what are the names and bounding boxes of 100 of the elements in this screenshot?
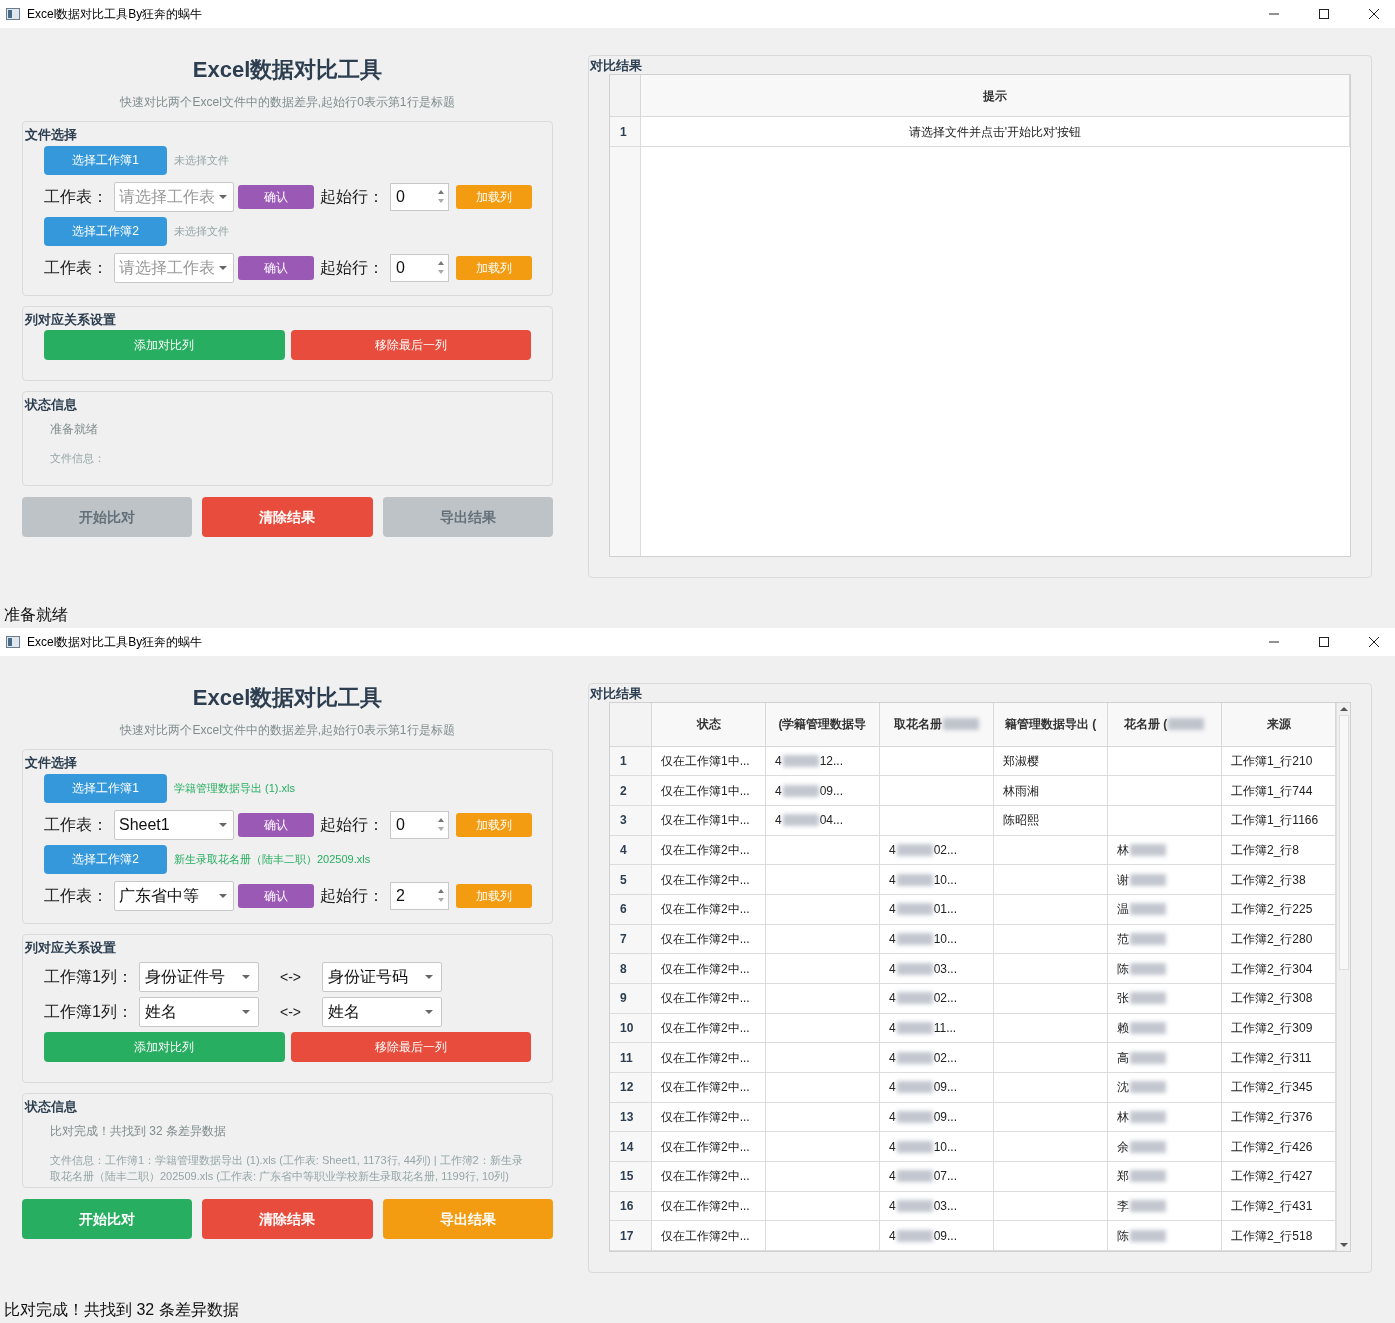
- choose-workbook-button[interactable]: 选择工作簿2: [44, 216, 167, 246]
- row-number: 17: [610, 1221, 652, 1251]
- close-icon[interactable]: [1369, 9, 1379, 19]
- table-cell: 仅在工作簿2中...: [652, 835, 766, 866]
- caret-icon: [242, 975, 250, 979]
- add-column-button[interactable]: 添加对比列: [44, 330, 285, 360]
- sheet-dropdown[interactable]: Sheet1: [114, 809, 234, 840]
- scrollbar-thumb[interactable]: [1338, 715, 1349, 970]
- app-heading: Excel数据对比工具: [191, 56, 384, 84]
- start-action-button[interactable]: 开始比对: [22, 1199, 193, 1239]
- stepper-icon[interactable]: [437, 888, 445, 903]
- table-cell: 仅在工作簿2中...: [652, 924, 766, 955]
- column-header[interactable]: 提示: [641, 75, 1350, 117]
- row-number: 16: [610, 1191, 652, 1222]
- row-number: 2: [610, 776, 652, 806]
- redaction-blur: [942, 718, 979, 731]
- file-info-text: 文件信息：: [49, 450, 106, 466]
- column-header[interactable]: 状态: [652, 703, 766, 747]
- confirm-button[interactable]: 确认: [238, 184, 314, 209]
- scroll-down-icon[interactable]: [1339, 1242, 1348, 1248]
- table-cell: 仅在工作簿2中...: [652, 1043, 766, 1073]
- remove-column-button[interactable]: 移除最后一列: [290, 1032, 531, 1062]
- caret-icon: [219, 822, 227, 827]
- redaction-blur: [896, 1110, 933, 1123]
- section-title: 状态信息: [23, 396, 78, 414]
- cell-text: 4: [889, 990, 896, 1008]
- cell-text: 4: [889, 901, 896, 919]
- cell-text: 林: [1117, 1108, 1129, 1126]
- redaction-blur: [896, 962, 933, 975]
- table-cell: 陈昭熙: [994, 805, 1108, 836]
- cell-text: 09...: [933, 1227, 958, 1245]
- cell-text: 4: [775, 782, 782, 800]
- mapping-arrow: <->: [279, 1002, 302, 1022]
- start-row-label: 起始行：: [320, 814, 385, 835]
- scroll-up-icon[interactable]: [1339, 706, 1348, 712]
- maximize-icon[interactable]: [1319, 9, 1329, 19]
- maximize-icon[interactable]: [1319, 637, 1329, 647]
- choose-workbook-button[interactable]: 选择工作簿2: [44, 844, 167, 874]
- redaction-blur: [896, 843, 933, 856]
- start-row-spinbox[interactable]: 0: [390, 182, 449, 211]
- add-column-button[interactable]: 添加对比列: [44, 1032, 285, 1062]
- cell-text: 09...: [933, 1079, 958, 1097]
- cell-text: 11...: [933, 1019, 957, 1037]
- column-dropdown[interactable]: 身份证件号: [139, 962, 259, 992]
- table-cell: 林雨湘: [994, 776, 1108, 806]
- cell-text: 谢: [1117, 871, 1129, 889]
- row-number: 9: [610, 983, 652, 1014]
- redaction-blur: [1130, 1199, 1166, 1212]
- scrollbar[interactable]: [1336, 703, 1350, 1251]
- file-name-label: 未选择文件: [174, 223, 229, 239]
- export-action-button[interactable]: 导出结果: [382, 497, 553, 537]
- cell-text: 02...: [933, 841, 958, 859]
- cell-text: 赖: [1117, 1019, 1129, 1037]
- sheet-dropdown[interactable]: 请选择工作表: [114, 252, 234, 283]
- column-dropdown[interactable]: 身份证号码: [322, 962, 442, 992]
- redaction-blur: [1168, 718, 1205, 731]
- column-header[interactable]: 来源: [1222, 703, 1336, 747]
- stepper-icon[interactable]: [437, 189, 445, 204]
- column-header[interactable]: 花名册 (: [1108, 703, 1222, 747]
- cell-text: 12...: [819, 752, 844, 770]
- stepper-icon[interactable]: [437, 817, 445, 832]
- table-cell: 仅在工作簿2中...: [652, 894, 766, 925]
- app-heading: Excel数据对比工具: [191, 684, 384, 712]
- start-row-spinbox[interactable]: 0: [390, 810, 449, 839]
- cell-text: 04...: [819, 812, 844, 830]
- cell-text: 郑: [1117, 1168, 1129, 1186]
- cell-text: 4: [889, 960, 896, 978]
- column-header[interactable]: 取花名册: [880, 703, 994, 747]
- redaction-blur: [782, 784, 819, 797]
- cell-text: 取花名册: [893, 716, 942, 734]
- choose-workbook-button[interactable]: 选择工作簿1: [44, 773, 167, 803]
- status-message: 准备就绪: [49, 420, 99, 438]
- start-row-spinbox[interactable]: 2: [390, 881, 449, 910]
- clear-action-button[interactable]: 清除结果: [202, 1199, 373, 1239]
- window-title: Excel数据对比工具By狂奔的蜗牛: [27, 634, 203, 651]
- column-header[interactable]: 籍管理数据导出 (: [994, 703, 1108, 747]
- cell-text: 张: [1117, 990, 1129, 1008]
- redaction-blur: [1130, 992, 1166, 1005]
- remove-column-button[interactable]: 移除最后一列: [290, 330, 531, 360]
- redaction-blur: [782, 814, 819, 827]
- column-header[interactable]: (学籍管理数据导: [766, 703, 880, 747]
- start-row-spinbox[interactable]: 0: [390, 253, 449, 282]
- cell-text: 10...: [933, 930, 958, 948]
- redaction-blur: [896, 1051, 933, 1064]
- confirm-button[interactable]: 确认: [238, 255, 314, 280]
- column-dropdown[interactable]: 姓名: [322, 997, 442, 1027]
- column-dropdown[interactable]: 姓名: [139, 997, 259, 1027]
- choose-workbook-button[interactable]: 选择工作簿1: [44, 145, 167, 175]
- start-action-button[interactable]: 开始比对: [22, 497, 193, 537]
- row-number: 10: [610, 1013, 652, 1044]
- close-icon[interactable]: [1369, 637, 1379, 647]
- redaction-blur: [896, 1081, 933, 1094]
- clear-action-button[interactable]: 清除结果: [202, 497, 373, 537]
- cell-text: 02...: [933, 1049, 958, 1067]
- confirm-button[interactable]: 确认: [238, 883, 314, 908]
- sheet-dropdown[interactable]: 广东省中等: [114, 880, 234, 911]
- sheet-dropdown[interactable]: 请选择工作表: [114, 181, 234, 212]
- stepper-icon[interactable]: [437, 260, 445, 275]
- confirm-button[interactable]: 确认: [238, 812, 314, 837]
- table-cell: 仅在工作簿2中...: [652, 1161, 766, 1192]
